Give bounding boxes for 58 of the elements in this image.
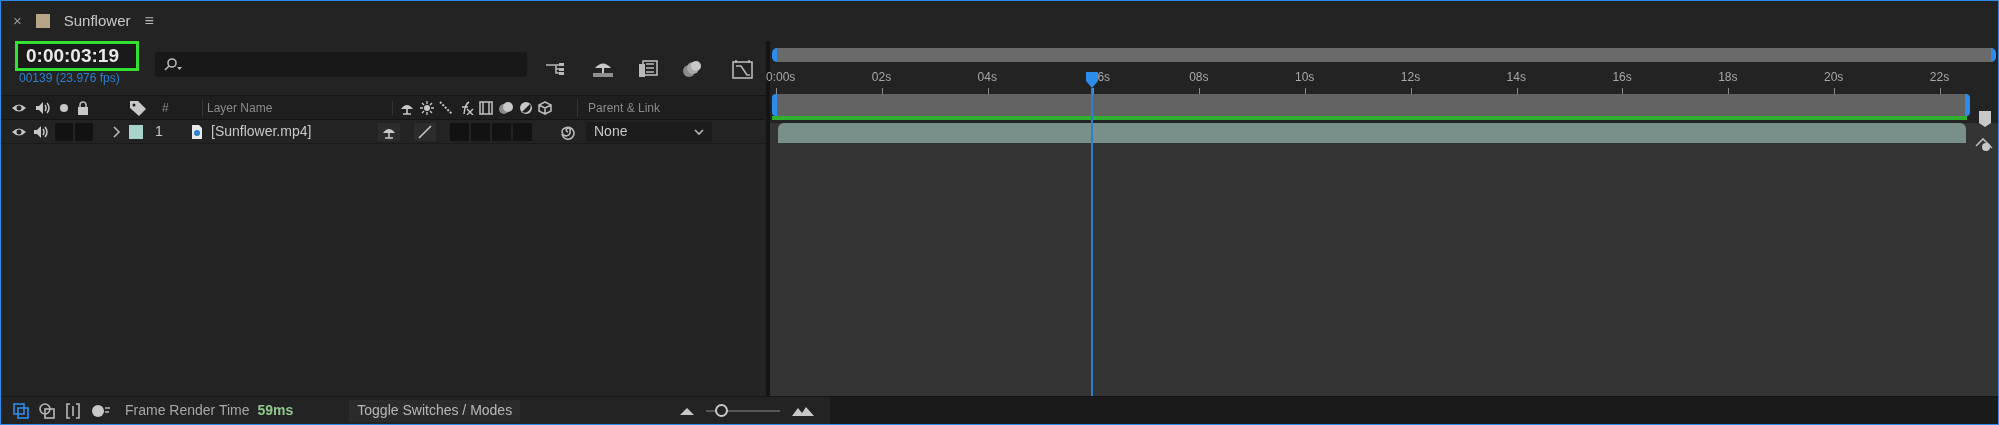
search-field[interactable] bbox=[155, 52, 527, 77]
video-file-icon bbox=[191, 124, 203, 139]
panel-title[interactable]: Sunflower bbox=[63, 9, 131, 33]
parent-dropdown[interactable]: None bbox=[586, 121, 712, 142]
time-label: 14s bbox=[1506, 69, 1526, 86]
quality-icon[interactable] bbox=[414, 122, 436, 141]
time-label: 12s bbox=[1400, 69, 1421, 86]
film-icon[interactable] bbox=[637, 59, 659, 79]
solo-icon bbox=[59, 102, 69, 113]
tag-icon bbox=[129, 99, 147, 116]
speaker-icon bbox=[35, 100, 51, 115]
film-icon bbox=[479, 100, 493, 115]
comp-marker-icon[interactable] bbox=[1978, 110, 1992, 128]
render-time-label: Frame Render Time bbox=[125, 401, 250, 420]
adjustment-icon bbox=[519, 100, 533, 115]
layers-icon[interactable] bbox=[13, 402, 29, 419]
label-color-swatch[interactable] bbox=[129, 124, 143, 139]
search-icon bbox=[163, 57, 183, 72]
cube-icon bbox=[538, 100, 552, 115]
timecode-field[interactable]: 0:00:03:19 bbox=[15, 41, 139, 71]
layers-circle-icon[interactable] bbox=[681, 59, 703, 79]
brackets-icon[interactable] bbox=[65, 402, 81, 419]
quality-icon bbox=[439, 100, 453, 115]
graph-editor-icon[interactable] bbox=[731, 58, 755, 80]
toggle-switches-button[interactable]: Toggle Switches / Modes bbox=[349, 399, 521, 422]
column-header: # bbox=[162, 99, 170, 117]
motion-blur-icon bbox=[498, 100, 514, 115]
time-label: 08s bbox=[1189, 69, 1209, 86]
time-label: 0:00s bbox=[766, 69, 796, 86]
playhead-marker[interactable] bbox=[1085, 72, 1098, 88]
column-header: Parent & Link bbox=[577, 98, 661, 117]
caret-icon bbox=[694, 128, 704, 135]
shy-icon[interactable] bbox=[378, 122, 400, 141]
zoom-in-icon[interactable] bbox=[792, 405, 815, 416]
close-button[interactable]: × bbox=[13, 9, 22, 33]
layer-name[interactable]: [Sunflower.mp4] bbox=[211, 121, 378, 142]
slider-thumb[interactable] bbox=[715, 403, 729, 417]
pick-whip-icon[interactable] bbox=[560, 123, 576, 140]
time-label: 10s bbox=[1295, 69, 1315, 86]
time-label: 02s bbox=[871, 69, 892, 86]
time-label: 22s bbox=[1929, 69, 1950, 86]
render-time-value: 59ms bbox=[257, 401, 294, 420]
layer-number: 1 bbox=[155, 122, 164, 141]
shapes-icon[interactable] bbox=[39, 402, 55, 419]
menu-button[interactable]: ≡ bbox=[144, 9, 154, 33]
frame-count: 00139 (23.976 fps) bbox=[18, 71, 121, 85]
composition-icon bbox=[35, 14, 50, 28]
sun-icon bbox=[420, 100, 434, 115]
time-label: 6s bbox=[1097, 69, 1111, 86]
time-label: 04s bbox=[977, 69, 997, 86]
time-label: 18s bbox=[1718, 69, 1738, 86]
zoom-out-icon[interactable] bbox=[680, 406, 695, 415]
flowchart-jump-icon[interactable] bbox=[1974, 137, 1994, 153]
time-label: 16s bbox=[1612, 69, 1632, 86]
time-label: 20s bbox=[1824, 69, 1844, 86]
motion-icon[interactable] bbox=[91, 402, 111, 419]
column-header: Layer Name bbox=[202, 98, 392, 117]
lock-icon bbox=[77, 100, 89, 115]
